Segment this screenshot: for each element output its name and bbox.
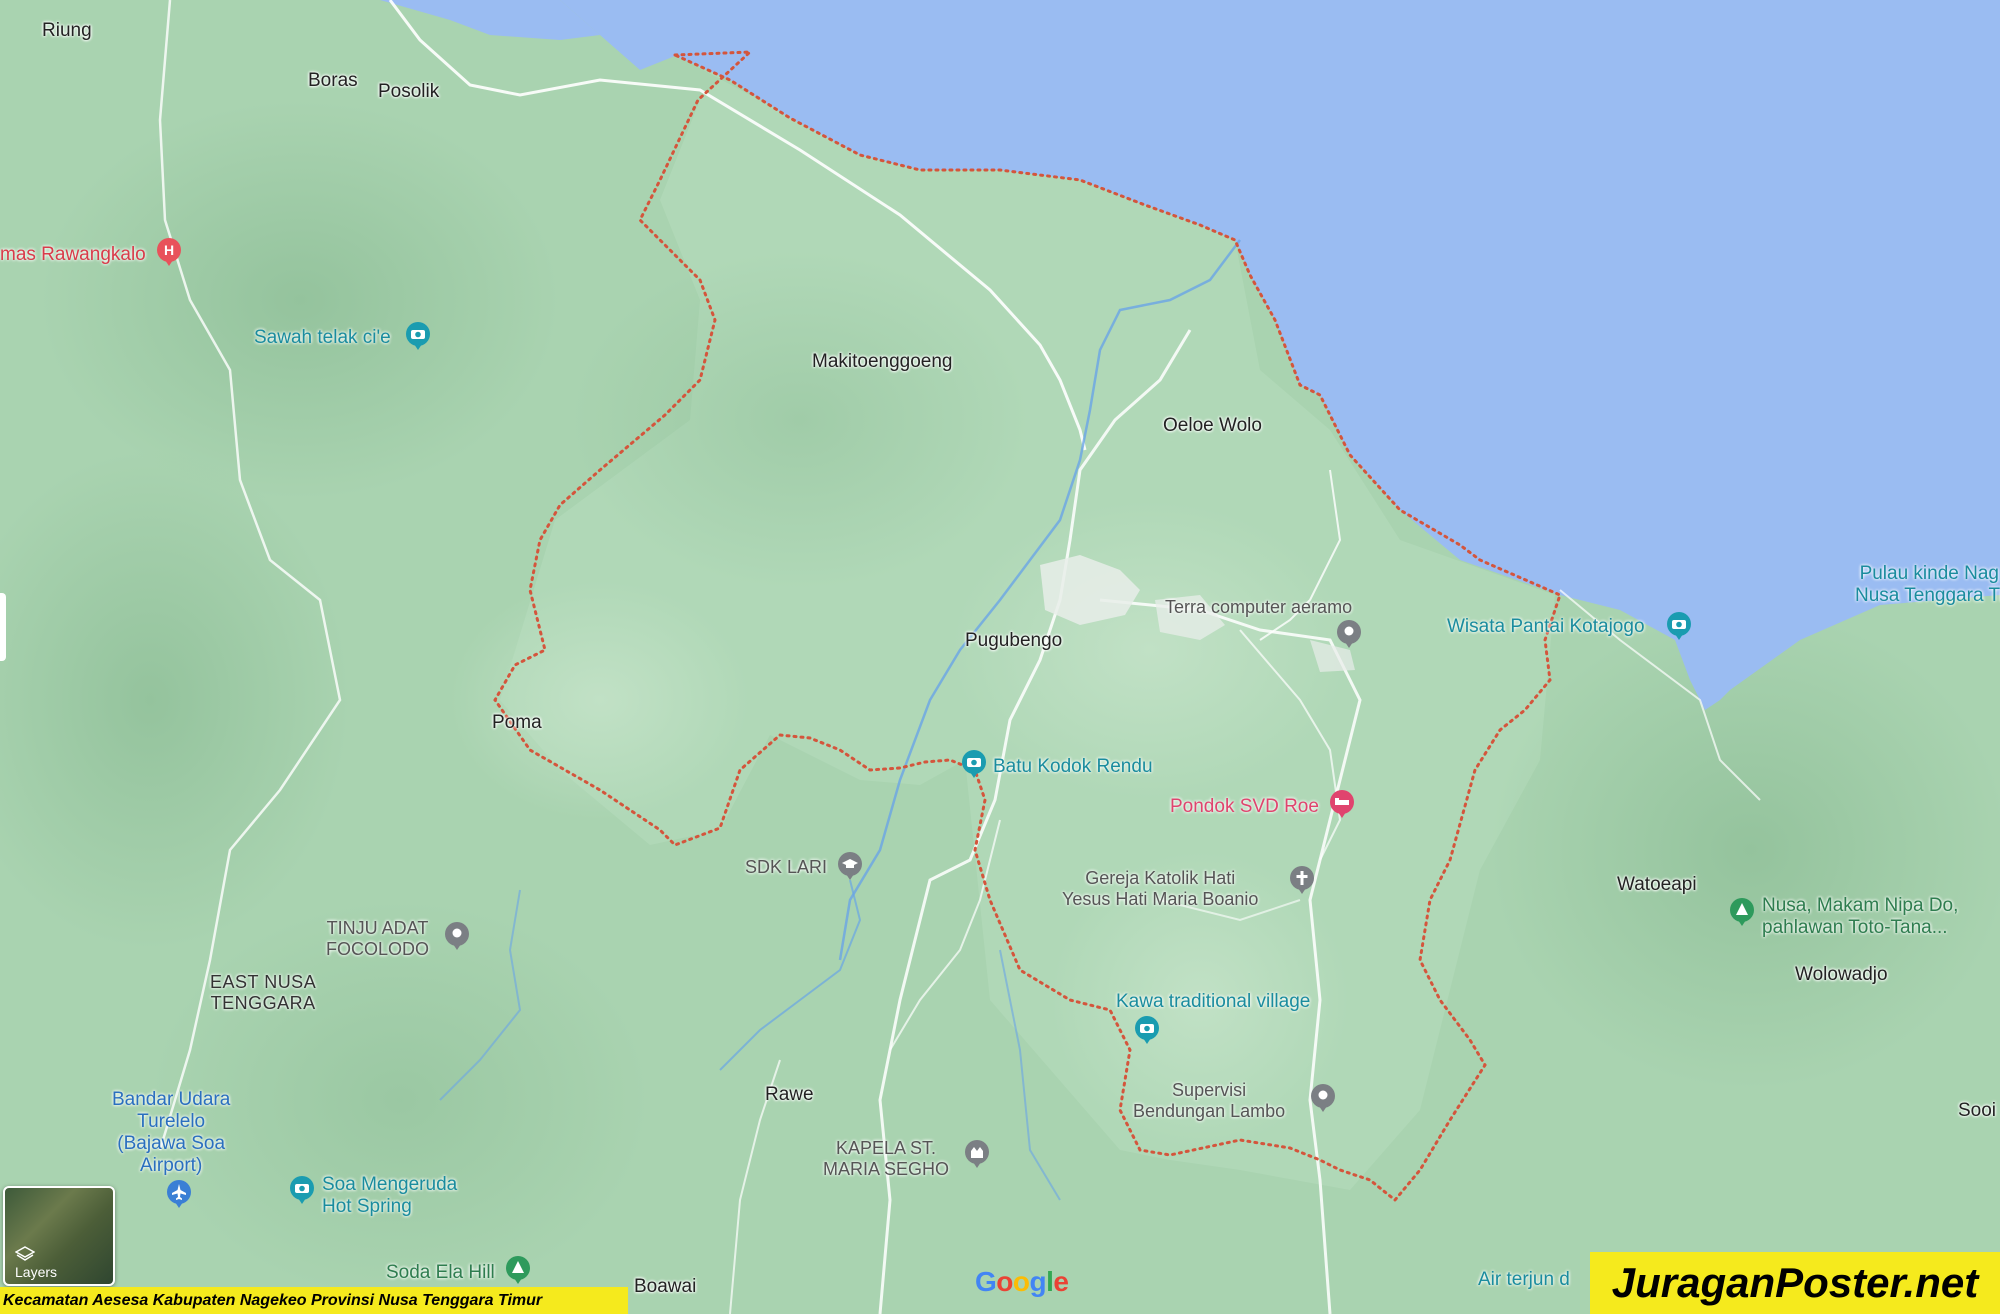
camera-icon[interactable] [1665, 612, 1693, 640]
region-label-line2: TENGGARA [210, 992, 316, 1013]
poi-supervisi-label[interactable]: Supervisi Bendungan Lambo [1133, 1080, 1285, 1121]
place-label-sooi: Sooi [1958, 1100, 1997, 1121]
watermark: JuraganPoster.net [1590, 1252, 2000, 1314]
place-label-posolik: Posolik [378, 81, 440, 102]
place-label-boras: Boras [308, 70, 358, 91]
map-canvas[interactable] [0, 0, 2000, 1314]
poi-soda-label[interactable]: Soda Ela Hill [386, 1262, 495, 1284]
google-logo: Google [975, 1266, 1069, 1297]
poi-sdk-label[interactable]: SDK LARI [745, 857, 827, 878]
poi-soa-line1: Soa Mengeruda [322, 1174, 458, 1195]
poi-bandar-line2: Turelelo [137, 1110, 206, 1132]
map-caption: Kecamatan Aesesa Kabupaten Nagekeo Provi… [0, 1287, 628, 1314]
pin-icon[interactable] [443, 922, 471, 950]
region-label: EAST NUSA TENGGARA [210, 972, 316, 1013]
poi-kapela-line2: MARIA SEGHO [823, 1158, 950, 1179]
poi-kawa-label[interactable]: Kawa traditional village [1116, 991, 1310, 1013]
camera-icon[interactable] [1133, 1016, 1161, 1044]
camera-icon[interactable] [960, 750, 988, 778]
terrain-shade [1490, 610, 2000, 1090]
church-icon[interactable] [1288, 866, 1316, 894]
poi-nusa-line2: pahlawan Toto-Tana... [1762, 916, 1948, 938]
poi-gereja-label[interactable]: Gereja Katolik Hati Yesus Hati Maria Boa… [1062, 868, 1258, 909]
poi-rawangkalo-label[interactable]: mas Rawangkalo [0, 244, 146, 266]
poi-bandar-label[interactable]: Bandar Udara Turelelo (Bajawa Soa Airpor… [112, 1089, 230, 1176]
poi-gereja-line2: Yesus Hati Maria Boanio [1062, 888, 1259, 909]
hospital-icon[interactable]: H [155, 238, 183, 266]
terrain-shade [570, 250, 1030, 590]
place-label-pugubengo: Pugubengo [965, 630, 1063, 651]
park-icon[interactable] [504, 1256, 532, 1284]
school-icon[interactable] [836, 852, 864, 880]
poi-gereja-line1: Gereja Katolik Hati [1085, 868, 1236, 888]
pin-icon[interactable] [1309, 1084, 1337, 1112]
place-label-rawe: Rawe [765, 1084, 814, 1105]
hotel-icon[interactable] [1328, 790, 1356, 818]
poi-tinju-label[interactable]: TINJU ADAT FOCOLODO [326, 918, 429, 959]
place-label-makitoenggoeng: Makitoenggoeng [812, 351, 953, 372]
poi-pondok-label[interactable]: Pondok SVD Roe [1170, 796, 1319, 818]
poi-kapela-label[interactable]: KAPELA ST. MARIA SEGHO [823, 1138, 949, 1179]
chapel-icon[interactable] [963, 1140, 991, 1168]
poi-supervisi-line1: Supervisi [1172, 1080, 1247, 1100]
plane-icon[interactable] [165, 1180, 193, 1208]
svg-text:H: H [164, 242, 174, 258]
terrain-shade [40, 100, 560, 500]
region-label-line1: EAST NUSA [210, 972, 317, 992]
poi-terra-label[interactable]: Terra computer aeramo [1165, 597, 1352, 618]
poi-pulau-line2: Nusa Tenggara Ti [1855, 584, 2000, 606]
poi-supervisi-line2: Bendungan Lambo [1133, 1100, 1286, 1121]
poi-pulau-label[interactable]: Pulau kinde Nag Nusa Tenggara Ti [1855, 563, 2000, 607]
poi-nusa-line1: Nusa, Makam Nipa Do, [1762, 895, 1959, 916]
place-label-watoeapi: Watoeapi [1617, 874, 1697, 895]
layers-label: Layers [15, 1264, 58, 1280]
poi-soa-line2: Hot Spring [322, 1195, 412, 1217]
poi-bandar-line3: (Bajawa Soa [117, 1132, 226, 1154]
poi-batu-label[interactable]: Batu Kodok Rendu [993, 756, 1153, 778]
place-label-poma: Poma [492, 712, 542, 733]
place-label-boawai: Boawai [634, 1276, 697, 1297]
poi-tinju-line1: TINJU ADAT [326, 918, 429, 938]
camera-icon[interactable] [404, 322, 432, 350]
layers-icon [15, 1246, 35, 1261]
side-panel-toggle[interactable] [0, 593, 6, 661]
poi-pulau-line1: Pulau kinde Nag [1859, 563, 1999, 584]
poi-soa-label[interactable]: Soa Mengeruda Hot Spring [322, 1174, 457, 1218]
place-label-wolowadjo: Wolowadjo [1795, 964, 1888, 985]
poi-wisata-label[interactable]: Wisata Pantai Kotajogo [1447, 616, 1645, 638]
layers-button[interactable]: Layers [3, 1186, 115, 1286]
poi-air-label[interactable]: Air terjun d [1478, 1269, 1570, 1291]
camera-icon[interactable] [288, 1176, 316, 1204]
pin-icon[interactable] [1335, 620, 1363, 648]
park-icon[interactable] [1728, 898, 1756, 926]
place-label-oeloe-wolo: Oeloe Wolo [1163, 415, 1262, 436]
poi-kapela-line1: KAPELA ST. [835, 1138, 937, 1158]
poi-bandar-line1: Bandar Udara [112, 1089, 231, 1110]
poi-nusa-label[interactable]: Nusa, Makam Nipa Do, pahlawan Toto-Tana.… [1762, 895, 1958, 939]
place-label-riung: Riung [42, 20, 92, 41]
poi-tinju-line2: FOCOLODO [326, 938, 430, 959]
poi-sawah-label[interactable]: Sawah telak ci'e [254, 327, 391, 349]
poi-bandar-line4: Airport) [140, 1154, 203, 1176]
